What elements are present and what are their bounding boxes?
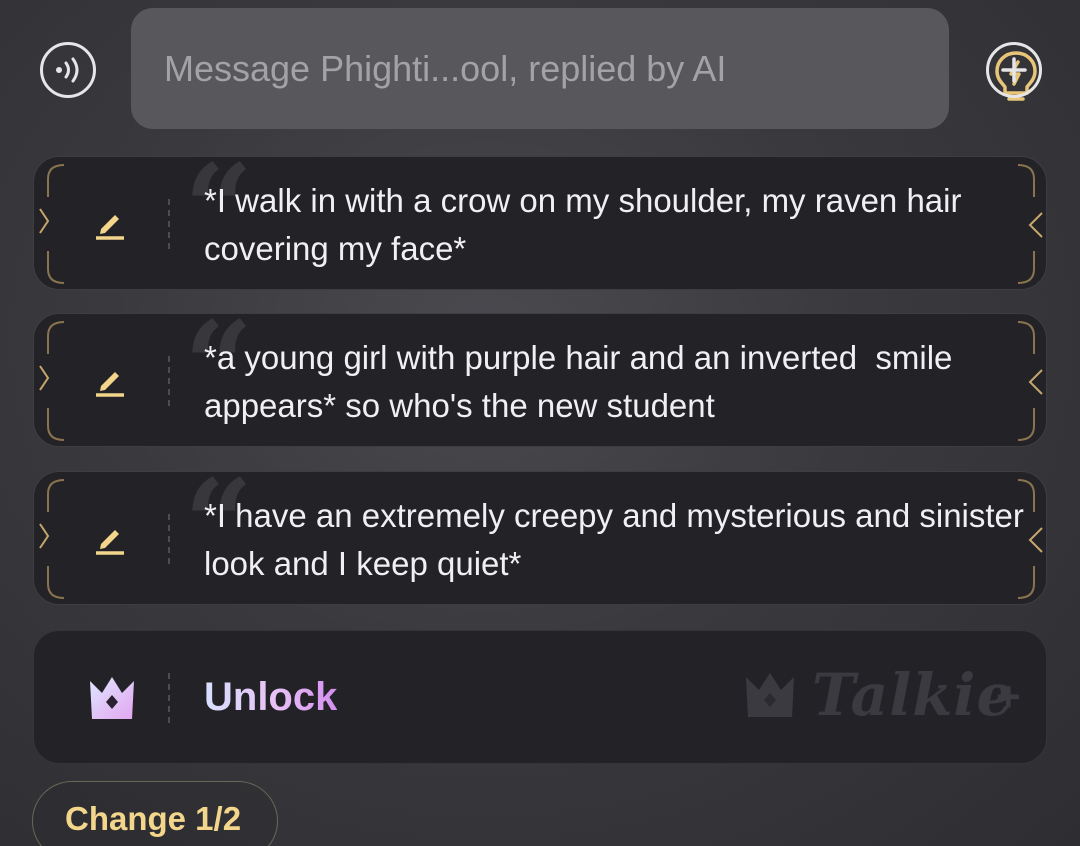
card-divider	[168, 673, 170, 723]
edit-suggestion-button[interactable]	[88, 516, 132, 560]
composer-bar: Message Phighti...ool, replied by AI	[0, 0, 1080, 140]
plus-circle-icon	[1001, 57, 1027, 83]
voice-wave-icon	[56, 57, 79, 83]
card-divider	[168, 514, 170, 564]
suggestion-card[interactable]: “ *I have an extremely creepy and myster…	[33, 464, 1047, 605]
voice-button[interactable]	[40, 42, 96, 98]
change-suggestions-button[interactable]: Change 1/2	[32, 781, 278, 846]
unlock-card[interactable]: Unlock Talkie +	[33, 630, 1047, 764]
crown-icon	[90, 677, 134, 719]
suggestion-text: *a young girl with purple hair and an in…	[204, 339, 962, 424]
watermark-crown-icon	[746, 673, 794, 717]
add-button[interactable]	[986, 42, 1042, 98]
talkie-brand-logo: Talkie	[812, 661, 1015, 729]
pencil-icon	[96, 215, 124, 240]
message-input-placeholder: Message Phighti...ool, replied by AI	[164, 48, 727, 89]
change-button-label: Change 1/2	[65, 800, 242, 837]
suggestion-card[interactable]: “ *I walk in with a crow on my shoulder,…	[33, 149, 1047, 290]
suggestion-text: *I walk in with a crow on my shoulder, m…	[204, 182, 962, 267]
unlock-label: Unlock	[204, 675, 338, 719]
message-input[interactable]: Message Phighti...ool, replied by AI	[131, 8, 1037, 129]
suggestion-text: *I have an extremely creepy and mysterio…	[204, 497, 1024, 582]
edit-suggestion-button[interactable]	[88, 201, 132, 245]
card-divider	[168, 356, 170, 406]
pencil-icon	[96, 530, 124, 555]
card-divider	[168, 199, 170, 249]
pencil-icon	[96, 372, 124, 397]
edit-suggestion-button[interactable]	[88, 358, 132, 402]
suggestion-card[interactable]: “ *a young girl with purple hair and an …	[33, 306, 1047, 447]
talkie-plus-mark: +	[996, 673, 1021, 720]
